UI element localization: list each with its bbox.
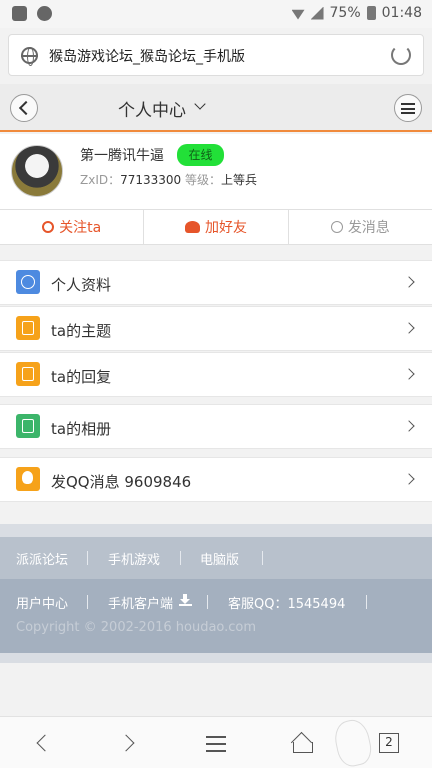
footer-link-mobile-games[interactable]: 手机游戏 [108,549,160,568]
follow-icon [42,221,55,233]
footer-info: 用户中心 手机客户端 客服QQ：1545494 Copyright © 2002… [0,579,432,653]
divider [262,551,263,565]
follow-label: 关注ta [59,220,102,236]
divider [87,595,88,609]
signal-icon [310,6,324,20]
footer-links: 派派论坛 手机游戏 电脑版 [0,537,432,579]
status-bar: 75% 01:48 [0,0,432,28]
chevron-right-icon [403,368,415,380]
wifi-icon [291,9,305,20]
browser-back-icon[interactable] [32,732,54,754]
page-title-url[interactable]: 猴岛游戏论坛_猴岛论坛_手机版 [49,46,245,66]
battery-icon [366,6,376,20]
add-friend-button[interactable]: 加好友 [144,210,289,244]
send-message-label: 发消息 [347,220,390,236]
menu-item-threads[interactable]: ta的主题 [0,306,432,351]
copy-icon [16,362,40,386]
home-icon[interactable] [291,732,313,754]
menu-label: ta的相册 [51,420,112,438]
browser-menu-icon[interactable] [205,732,227,754]
chevron-right-icon [403,473,415,485]
chevron-down-icon[interactable] [194,98,206,110]
copyright: Copyright © 2002-2016 houdao.com [16,620,257,635]
profile-card: 第一腾讯牛逼 在线 ZxID：77133300 等级：上等兵 [0,134,432,209]
address-bar[interactable]: 猴岛游戏论坛_猴岛论坛_手机版 [8,34,424,76]
divider [207,595,208,609]
document-icon [16,316,40,340]
chat-bubble-icon [330,221,343,233]
footer-link-mobile-client[interactable]: 手机客户端 [108,593,173,612]
user-meta: ZxID：77133300 等级：上等兵 [80,171,257,188]
page-title[interactable]: 个人中心 [118,96,186,121]
send-message-button[interactable]: 发消息 [289,210,432,244]
divider [87,551,88,565]
menu-label: 个人资料 [51,276,112,294]
browser-forward-icon[interactable] [118,732,140,754]
reload-icon[interactable] [391,45,411,65]
level-value: 上等兵 [221,173,258,187]
clock: 01:48 [381,5,422,21]
menu-item-qq-message[interactable]: 发QQ消息 9609846 [0,457,432,502]
menu-button[interactable] [394,94,422,122]
back-button[interactable] [10,94,38,122]
menu-item-replies[interactable]: ta的回复 [0,352,432,397]
qq-icon [16,467,40,491]
download-icon [179,594,192,606]
tabs-counter[interactable]: 2 [379,733,399,753]
menu-label: ta的回复 [51,368,112,386]
smiley-icon [16,270,40,294]
search-notification-icon [37,6,52,21]
image-icon [16,414,40,438]
page-header: 个人中心 [0,84,432,132]
follow-button[interactable]: 关注ta [0,210,145,244]
zxid-value: 77133300 [120,173,182,187]
chevron-right-icon [403,322,415,334]
menu-item-profile-info[interactable]: 个人资料 [0,260,432,305]
footer-service-qq: 客服QQ：1545494 [228,597,346,612]
notification-icon [12,6,27,21]
divider [366,595,367,609]
footer-link-pc-version[interactable]: 电脑版 [200,549,239,568]
footer-divider [0,524,432,537]
chevron-right-icon [403,420,415,432]
footer-divider-bottom [0,653,432,663]
username: 第一腾讯牛逼 [80,148,164,164]
avatar [11,145,63,197]
battery-percent: 75% [329,5,361,21]
divider [180,551,181,565]
action-bar: 关注ta 加好友 发消息 [0,209,432,245]
menu-label: ta的主题 [51,322,112,340]
globe-icon [21,47,38,66]
menu-label: 发QQ消息 9609846 [51,473,192,491]
status-badge: 在线 [177,144,224,166]
footer-link-user-center[interactable]: 用户中心 [16,593,68,612]
chevron-right-icon [403,276,415,288]
users-icon [184,221,200,233]
add-friend-label: 加好友 [204,220,247,236]
level-label: 等级： [185,173,222,187]
footer-link-paipai[interactable]: 派派论坛 [16,549,68,568]
zxid-label: ZxID： [80,173,121,187]
menu-item-album[interactable]: ta的相册 [0,404,432,449]
